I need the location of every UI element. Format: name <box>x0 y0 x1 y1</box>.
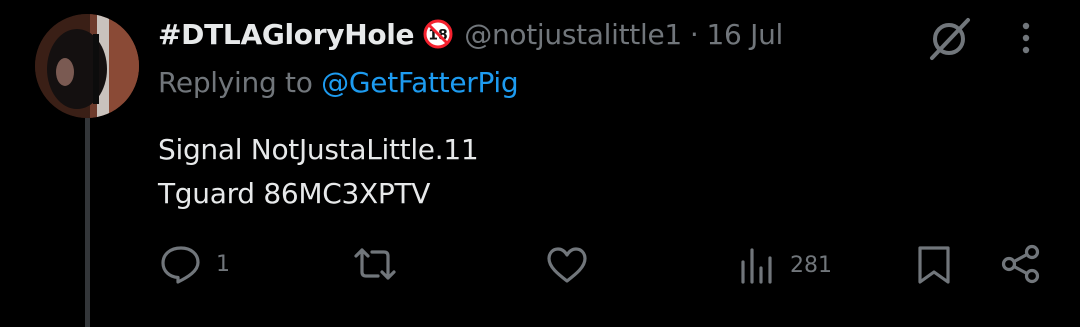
views-button[interactable]: 281 <box>738 246 832 284</box>
views-count: 281 <box>790 252 832 278</box>
reply-icon <box>161 246 200 284</box>
grok-icon[interactable] <box>924 16 974 62</box>
thread-line <box>85 110 90 327</box>
display-name[interactable]: #DTLAGloryHole <box>158 18 415 51</box>
tweet-header: #DTLAGloryHole 18 @notjustalittle1 · 16 … <box>158 14 783 54</box>
tweet-date[interactable]: 16 Jul <box>707 18 784 51</box>
replying-prefix: Replying to <box>158 66 313 99</box>
replying-to: Replying to @GetFatterPig <box>158 66 519 99</box>
retweet-button[interactable] <box>352 246 412 282</box>
user-handle[interactable]: @notjustalittle1 <box>464 18 682 51</box>
tweet-text-line: Tguard 86MC3XPTV <box>158 177 431 210</box>
replying-handle-link[interactable]: @GetFatterPig <box>321 66 519 99</box>
heart-icon <box>547 247 587 283</box>
separator-dot: · <box>689 17 699 51</box>
tweet[interactable]: #DTLAGloryHole 18 @notjustalittle1 · 16 … <box>0 0 1080 327</box>
reply-count: 1 <box>216 251 230 277</box>
share-icon <box>1001 244 1040 284</box>
avatar[interactable] <box>35 14 139 118</box>
avatar-image <box>35 14 139 118</box>
bookmark-button[interactable] <box>916 244 952 286</box>
tweet-text-line: Signal NotJustaLittle.11 <box>158 133 479 166</box>
views-icon <box>741 248 772 284</box>
reply-button[interactable]: 1 <box>160 244 230 284</box>
more-vertical-icon[interactable] <box>1014 18 1038 58</box>
like-button[interactable] <box>546 246 602 284</box>
share-button[interactable] <box>1000 244 1042 284</box>
age-18-badge-icon: 18 <box>422 18 454 50</box>
tweet-body: Signal NotJustaLittle.11 Tguard 86MC3XPT… <box>158 128 479 216</box>
retweet-icon <box>354 248 396 280</box>
bookmark-icon <box>918 246 950 284</box>
